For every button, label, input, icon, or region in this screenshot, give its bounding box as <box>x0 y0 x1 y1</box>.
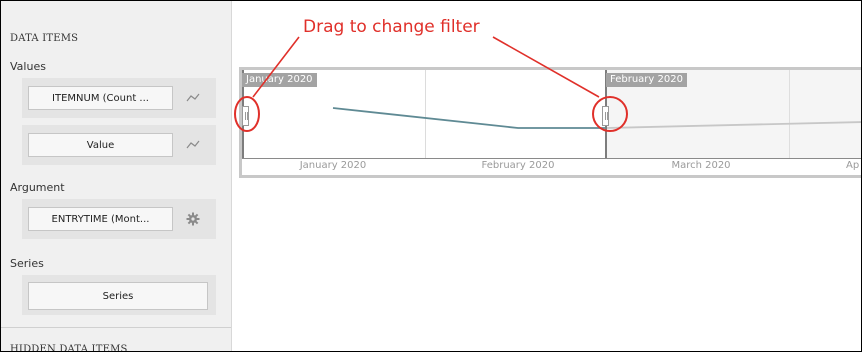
annotation-overlay <box>234 36 628 132</box>
dashboard-designer: DATA ITEMS Values ITEMNUM (Count ... Val… <box>0 0 862 352</box>
